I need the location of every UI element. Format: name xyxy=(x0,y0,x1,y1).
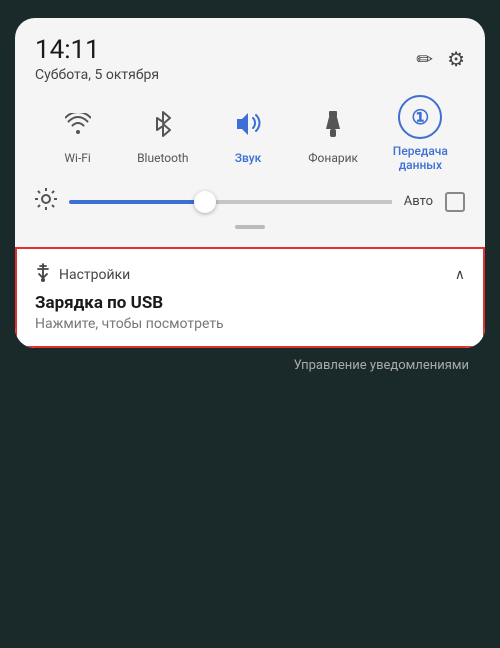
toggle-bluetooth[interactable]: Bluetooth xyxy=(133,102,193,165)
slider-thumb[interactable] xyxy=(194,191,216,213)
notification-header: Настройки ∧ xyxy=(35,263,465,287)
toggle-flashlight[interactable]: Фонарик xyxy=(303,102,363,165)
datatransfer-label: Передача данных xyxy=(388,144,452,173)
settings-icon[interactable]: ⚙ xyxy=(447,47,465,71)
auto-checkbox[interactable] xyxy=(445,192,465,212)
flashlight-label: Фонарик xyxy=(308,151,358,165)
notification-chevron-icon[interactable]: ∧ xyxy=(455,267,465,283)
datatransfer-icon: ① xyxy=(398,95,442,139)
sound-icon xyxy=(226,102,270,146)
status-icons: ✏ ⚙ xyxy=(416,47,465,71)
time-date: 14:11 Суббота, 5 октября xyxy=(35,36,159,83)
toggles-row: Wi-Fi Bluetooth Звук xyxy=(35,95,465,173)
toggle-sound[interactable]: Звук xyxy=(218,102,278,165)
notification-title: Зарядка по USB xyxy=(35,293,465,313)
wifi-label: Wi-Fi xyxy=(64,151,90,165)
toggle-wifi[interactable]: Wi-Fi xyxy=(48,102,108,165)
clock-date: Суббота, 5 октября xyxy=(35,67,159,83)
sound-label: Звук xyxy=(235,151,262,165)
brightness-slider[interactable] xyxy=(69,200,392,204)
drag-handle xyxy=(35,225,465,237)
drag-handle-bar xyxy=(235,225,265,229)
wifi-icon xyxy=(56,102,100,146)
status-bar: 14:11 Суббота, 5 октября ✏ ⚙ xyxy=(35,36,465,83)
slider-track-inactive xyxy=(214,200,392,204)
manage-notifications-label[interactable]: Управление уведомлениями xyxy=(294,358,469,373)
manage-notifications-row: Управление уведомлениями xyxy=(15,348,485,373)
edit-icon[interactable]: ✏ xyxy=(416,47,433,71)
brightness-icon xyxy=(35,188,57,215)
brightness-row: Авто xyxy=(35,188,465,215)
auto-label: Авто xyxy=(404,194,433,209)
notification-panel: 14:11 Суббота, 5 октября ✏ ⚙ Wi xyxy=(15,18,485,348)
flashlight-icon xyxy=(311,102,355,146)
quick-settings: 14:11 Суббота, 5 октября ✏ ⚙ Wi xyxy=(15,18,485,247)
notification-app-name: Настройки xyxy=(59,267,447,283)
usb-icon xyxy=(35,263,51,287)
bluetooth-label: Bluetooth xyxy=(137,151,188,165)
bluetooth-icon xyxy=(141,102,185,146)
notification-subtitle: Нажмите, чтобы посмотреть xyxy=(35,316,465,332)
clock-time: 14:11 xyxy=(35,36,159,65)
usb-notification-card[interactable]: Настройки ∧ Зарядка по USB Нажмите, чтоб… xyxy=(15,247,485,348)
toggle-datatransfer[interactable]: ① Передача данных xyxy=(388,95,452,173)
